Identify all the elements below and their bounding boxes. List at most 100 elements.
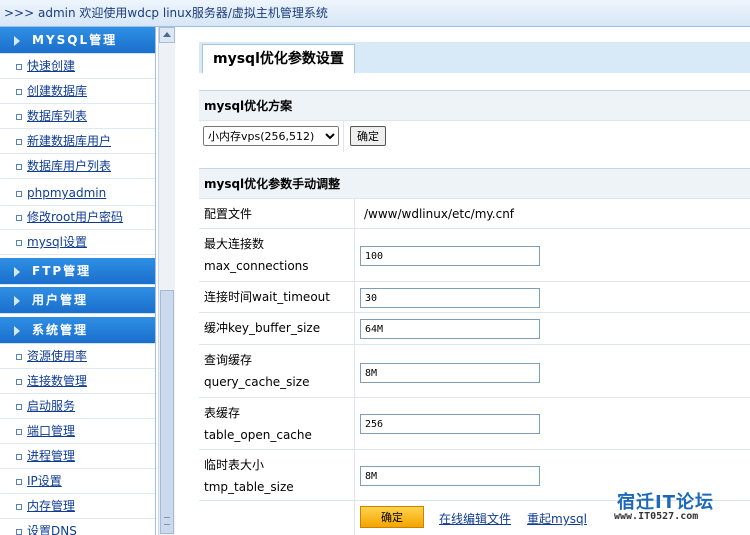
query-cache-input[interactable] <box>360 363 540 383</box>
config-file-label: 配置文件 <box>199 199 355 228</box>
square-bullet-icon <box>16 454 22 460</box>
square-bullet-icon <box>16 191 22 197</box>
sidebar-item-memory[interactable]: 内存管理 <box>0 494 155 519</box>
sidebar: MYSQL管理 快速创建 创建数据库 数据库列表 新建数据库用户 数据库用户列表… <box>0 27 156 535</box>
sidebar-item-new-db-user[interactable]: 新建数据库用户 <box>0 129 155 154</box>
label-cn: 最大连接数 <box>204 237 265 251</box>
square-bullet-icon <box>16 479 22 485</box>
nav-link[interactable]: 设置DNS <box>27 524 77 535</box>
label-cn: 查询缓存 <box>204 353 253 367</box>
sidebar-item-quick-create[interactable]: 快速创建 <box>0 54 155 79</box>
table-cache-cell <box>360 398 750 449</box>
square-bullet-icon <box>16 64 22 70</box>
sidebar-item-dns[interactable]: 设置DNS <box>0 519 155 535</box>
nav-link[interactable]: 修改root用户密码 <box>27 210 123 224</box>
section-label: 系统管理 <box>32 323 89 337</box>
nav-link[interactable]: 快速创建 <box>27 59 75 73</box>
table-cache-row: 表缓存 table_open_cache <box>199 397 750 449</box>
label-en: tmp_table_size <box>204 480 294 494</box>
square-bullet-icon <box>16 379 22 385</box>
sidebar-item-root-password[interactable]: 修改root用户密码 <box>0 205 155 230</box>
sidebar-item-start-service[interactable]: 启动服务 <box>0 394 155 419</box>
sidebar-item-mysql-settings[interactable]: mysql设置 <box>0 230 155 255</box>
sidebar-item-phpmyadmin[interactable]: phpmyadmin <box>0 181 155 206</box>
wait-timeout-row: 连接时间wait_timeout <box>199 281 750 312</box>
square-bullet-icon <box>16 354 22 360</box>
nav-link[interactable]: 连接数管理 <box>27 374 87 388</box>
config-file-row: 配置文件 /www/wdlinux/etc/my.cnf <box>199 198 750 228</box>
nav-link[interactable]: IP设置 <box>27 474 62 488</box>
sidebar-section-ftp[interactable]: FTP管理 <box>0 258 155 285</box>
key-buffer-input[interactable] <box>360 319 540 339</box>
query-cache-row: 查询缓存 query_cache_size <box>199 344 750 397</box>
square-bullet-icon <box>16 114 22 120</box>
sidebar-item-create-db[interactable]: 创建数据库 <box>0 79 155 104</box>
scheme-row: 小内存vps(256,512) 确定 <box>199 120 750 152</box>
triangle-right-icon <box>14 36 20 46</box>
sidebar-scrollbar[interactable] <box>158 27 175 535</box>
wait-timeout-cell <box>360 282 750 312</box>
restart-mysql-link[interactable]: 重起mysql <box>527 507 587 531</box>
sidebar-item-connections[interactable]: 连接数管理 <box>0 369 155 394</box>
tab-mysql-optimize[interactable]: mysql优化参数设置 <box>202 44 355 73</box>
sidebar-item-db-user-list[interactable]: 数据库用户列表 <box>0 154 155 179</box>
wait-timeout-label: 连接时间wait_timeout <box>199 282 355 312</box>
label-cn: 临时表大小 <box>204 458 265 472</box>
square-bullet-icon <box>16 164 22 170</box>
section-label: FTP管理 <box>32 264 92 278</box>
sidebar-item-processes[interactable]: 进程管理 <box>0 444 155 469</box>
sidebar-item-db-list[interactable]: 数据库列表 <box>0 104 155 129</box>
nav-link[interactable]: 资源使用率 <box>27 349 87 363</box>
label-en: query_cache_size <box>204 375 310 389</box>
query-cache-cell <box>360 345 750 397</box>
grip-icon <box>164 517 170 525</box>
key-buffer-cell <box>360 313 750 344</box>
key-buffer-label: 缓冲key_buffer_size <box>199 313 355 344</box>
label-cn: 表缓存 <box>204 406 241 420</box>
section-label: 用户管理 <box>32 293 89 307</box>
config-file-value: /www/wdlinux/etc/my.cnf <box>364 207 515 221</box>
welcome-text: >>> admin 欢迎使用wdcp linux服务器/虚拟主机管理系统 <box>4 6 328 20</box>
nav-link[interactable]: 内存管理 <box>27 499 75 513</box>
max-connections-cell <box>360 229 750 281</box>
square-bullet-icon <box>16 215 22 221</box>
nav-link[interactable]: 数据库用户列表 <box>27 159 111 173</box>
scroll-up-button[interactable] <box>159 27 175 43</box>
nav-link[interactable]: 数据库列表 <box>27 109 87 123</box>
manual-title: mysql优化参数手动调整 <box>204 177 341 191</box>
sidebar-item-ip-settings[interactable]: IP设置 <box>0 469 155 494</box>
sidebar-item-resource-usage[interactable]: 资源使用率 <box>0 344 155 369</box>
scheme-select[interactable]: 小内存vps(256,512) <box>203 126 339 146</box>
top-bar: >>> admin 欢迎使用wdcp linux服务器/虚拟主机管理系统 <box>0 0 750 27</box>
scheme-select-cell: 小内存vps(256,512) <box>199 121 344 152</box>
scroll-thumb[interactable] <box>160 290 174 534</box>
sidebar-section-mysql[interactable]: MYSQL管理 <box>0 27 155 54</box>
table-cache-input[interactable] <box>360 414 540 434</box>
max-connections-label: 最大连接数 max_connections <box>199 229 355 281</box>
nav-link[interactable]: 启动服务 <box>27 399 75 413</box>
nav-link[interactable]: mysql设置 <box>27 235 87 249</box>
actions-empty-cell <box>199 501 355 535</box>
square-bullet-icon <box>16 139 22 145</box>
watermark-logo: 宿迁IT论坛 www.IT0527.com <box>612 488 742 528</box>
sidebar-item-ports[interactable]: 端口管理 <box>0 419 155 444</box>
sidebar-section-user[interactable]: 用户管理 <box>0 287 155 314</box>
scheme-confirm-button[interactable]: 确定 <box>350 126 386 146</box>
max-connections-input[interactable] <box>360 246 540 266</box>
wait-timeout-input[interactable] <box>360 288 540 308</box>
online-edit-link[interactable]: 在线编辑文件 <box>439 507 511 531</box>
nav-link[interactable]: phpmyadmin <box>27 186 106 200</box>
nav-link[interactable]: 端口管理 <box>27 424 75 438</box>
submit-button[interactable]: 确定 <box>360 506 424 528</box>
key-buffer-row: 缓冲key_buffer_size <box>199 312 750 344</box>
triangle-right-icon <box>14 267 20 277</box>
tmp-table-label: 临时表大小 tmp_table_size <box>199 450 355 500</box>
query-cache-label: 查询缓存 query_cache_size <box>199 345 355 397</box>
nav-link[interactable]: 创建数据库 <box>27 84 87 98</box>
nav-link[interactable]: 进程管理 <box>27 449 75 463</box>
nav-link[interactable]: 新建数据库用户 <box>27 134 111 148</box>
tmp-table-input[interactable] <box>360 466 540 486</box>
label-en: table_open_cache <box>204 428 312 442</box>
scheme-button-cell: 确定 <box>350 126 386 146</box>
sidebar-section-system[interactable]: 系统管理 <box>0 317 155 344</box>
